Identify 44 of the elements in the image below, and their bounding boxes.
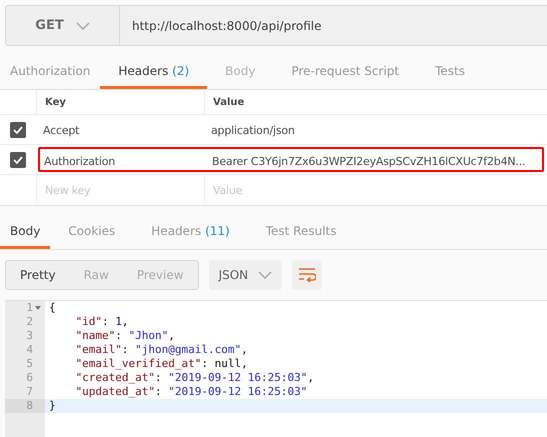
header-value: Bearer C3Y6jn7Zx6u3WPZI2eyAspSCvZH16lCXUc7f2b4N... — [212, 154, 526, 168]
wrap-lines-icon — [298, 268, 316, 282]
checkbox[interactable] — [10, 152, 26, 168]
header-value: application/json — [211, 124, 295, 136]
view-mode-button[interactable]: Raw — [70, 261, 123, 289]
chevron-down-icon — [258, 271, 272, 279]
method-dropdown[interactable]: GET — [5, 5, 120, 46]
wrap-lines-button[interactable] — [292, 260, 322, 290]
fold-caret-icon[interactable] — [35, 306, 41, 310]
line-number: 4 — [26, 343, 33, 357]
code-line: "id": 1, — [74, 315, 128, 328]
check-icon — [13, 156, 23, 164]
response-tab[interactable]: Cookies — [50, 216, 134, 249]
line-number: 2 — [26, 315, 33, 329]
response-tab[interactable]: Test Results — [248, 216, 354, 249]
header-key: Authorization — [44, 154, 116, 168]
line-number: 6 — [26, 371, 33, 385]
request-tab[interactable]: Authorization — [0, 56, 100, 89]
code-line: } — [49, 399, 56, 412]
format-dropdown[interactable]: JSON — [208, 260, 282, 290]
line-number: 1 — [26, 301, 33, 315]
line-number: 3 — [26, 329, 33, 343]
view-mode-button[interactable]: Pretty — [6, 261, 70, 289]
response-tab[interactable]: Headers (11) — [133, 216, 248, 249]
code-line: { — [49, 301, 56, 314]
column-header: Key — [45, 96, 66, 108]
url-field[interactable]: http://localhost:8000/api/profile — [120, 5, 547, 46]
line-number: 8 — [26, 399, 33, 413]
column-header: Value — [213, 96, 244, 108]
code-line: "email_verified_at": null, — [74, 357, 248, 370]
code-line: "updated_at": "2019-09-12 16:25:03" — [74, 385, 308, 398]
checkbox[interactable] — [10, 122, 26, 138]
line-number: 5 — [26, 357, 33, 371]
header-key: Accept — [43, 124, 80, 136]
code-line: "email": "jhon@gmail.com", — [74, 343, 248, 356]
response-tab[interactable]: Body — [0, 216, 50, 249]
line-number: 7 — [26, 385, 33, 399]
view-mode-button[interactable]: Preview — [122, 261, 198, 289]
request-tab[interactable]: Tests — [417, 56, 483, 89]
request-tab[interactable]: Pre-request Script — [273, 56, 418, 89]
check-icon — [13, 126, 23, 134]
code-line: "name": "Jhon", — [74, 329, 175, 342]
code-line: "created_at": "2019-09-12 16:25:03", — [74, 371, 314, 384]
chevron-down-icon — [76, 22, 90, 30]
